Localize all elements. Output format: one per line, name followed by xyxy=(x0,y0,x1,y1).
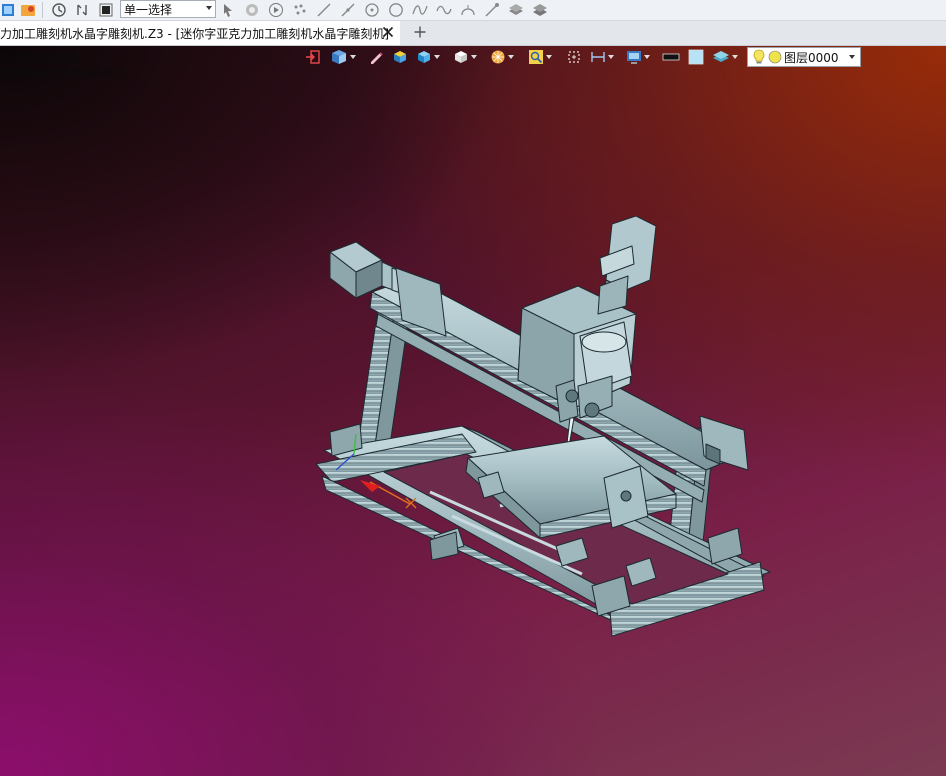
document-tab-strip: 力加工雕刻机水晶字雕刻机.Z3 - [迷你字亚克力加工雕刻机水晶字雕刻机] xyxy=(0,21,946,46)
3d-viewport[interactable]: 先,通过选择功能 提示:按鼠标键或选择提示. 图层0000 xyxy=(0,46,946,776)
toolbar-separator xyxy=(42,2,43,18)
circle-icon[interactable] xyxy=(388,2,404,18)
circle-point-icon[interactable] xyxy=(364,2,380,18)
sync-icon[interactable] xyxy=(74,2,90,18)
close-icon[interactable] xyxy=(380,24,396,40)
chevron-down-icon xyxy=(206,6,212,10)
spline-icon[interactable] xyxy=(412,2,428,18)
play-icon[interactable] xyxy=(268,2,284,18)
main-toolbar: 单一选择 xyxy=(0,0,946,21)
document-tab-label: 力加工雕刻机水晶字雕刻机.Z3 - [迷你字亚克力加工雕刻机水晶字雕刻机] xyxy=(0,26,389,41)
document-tab[interactable]: 力加工雕刻机水晶字雕刻机.Z3 - [迷你字亚克力加工雕刻机水晶字雕刻机] xyxy=(0,21,400,45)
points-icon[interactable] xyxy=(292,2,308,18)
stop-icon[interactable] xyxy=(98,2,114,18)
arc-icon[interactable] xyxy=(460,2,476,18)
line-tangent-icon[interactable] xyxy=(340,2,356,18)
cnc-engraver-model[interactable] xyxy=(0,46,946,776)
add-tab-icon[interactable] xyxy=(412,24,428,40)
app-icon[interactable] xyxy=(0,2,16,18)
snap-line-icon[interactable] xyxy=(484,2,500,18)
point-filter-icon[interactable] xyxy=(244,2,260,18)
line-icon[interactable] xyxy=(316,2,332,18)
layers-icon[interactable] xyxy=(532,2,548,18)
history-icon[interactable] xyxy=(51,2,67,18)
wave-icon[interactable] xyxy=(436,2,452,18)
selection-mode-dropdown[interactable]: 单一选择 xyxy=(120,0,216,18)
selection-mode-value: 单一选择 xyxy=(124,2,173,17)
cursor-icon[interactable] xyxy=(220,2,236,18)
open-file-icon[interactable] xyxy=(20,2,36,18)
model-geometry xyxy=(315,215,771,637)
layer-stack-icon[interactable] xyxy=(508,2,524,18)
